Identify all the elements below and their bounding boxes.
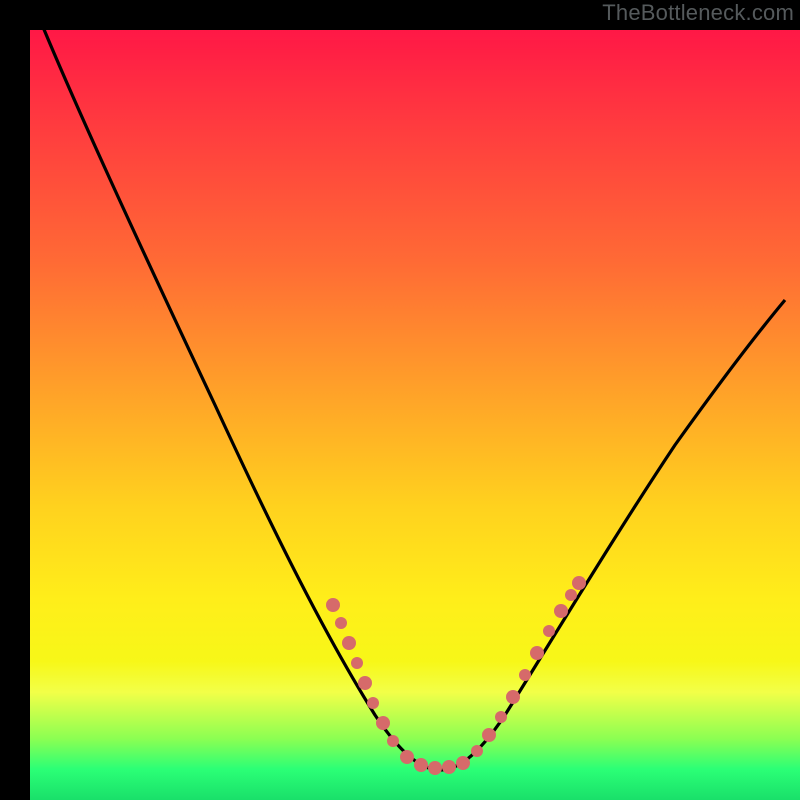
marker-dots xyxy=(326,576,586,775)
chart-frame xyxy=(15,15,785,785)
watermark-text: TheBottleneck.com xyxy=(602,0,794,26)
bottleneck-curve xyxy=(38,15,785,770)
chart-svg xyxy=(15,15,785,785)
